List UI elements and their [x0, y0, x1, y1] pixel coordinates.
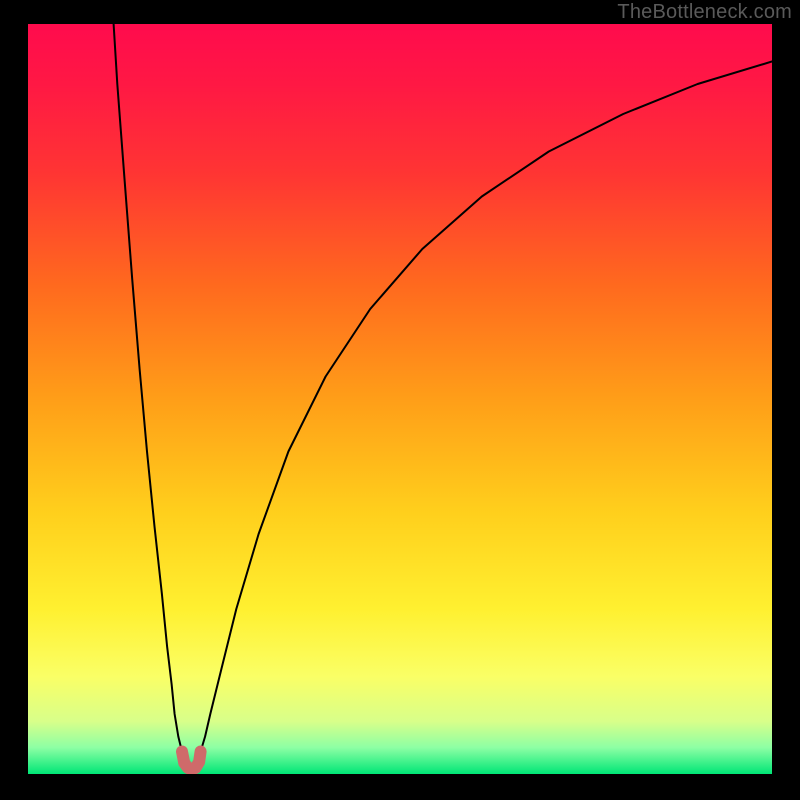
watermark-text: TheBottleneck.com [617, 1, 792, 24]
chart-frame: TheBottleneck.com [0, 0, 800, 800]
plot-area [28, 24, 772, 774]
trough-marker [182, 752, 201, 770]
bottleneck-curve [28, 24, 772, 774]
